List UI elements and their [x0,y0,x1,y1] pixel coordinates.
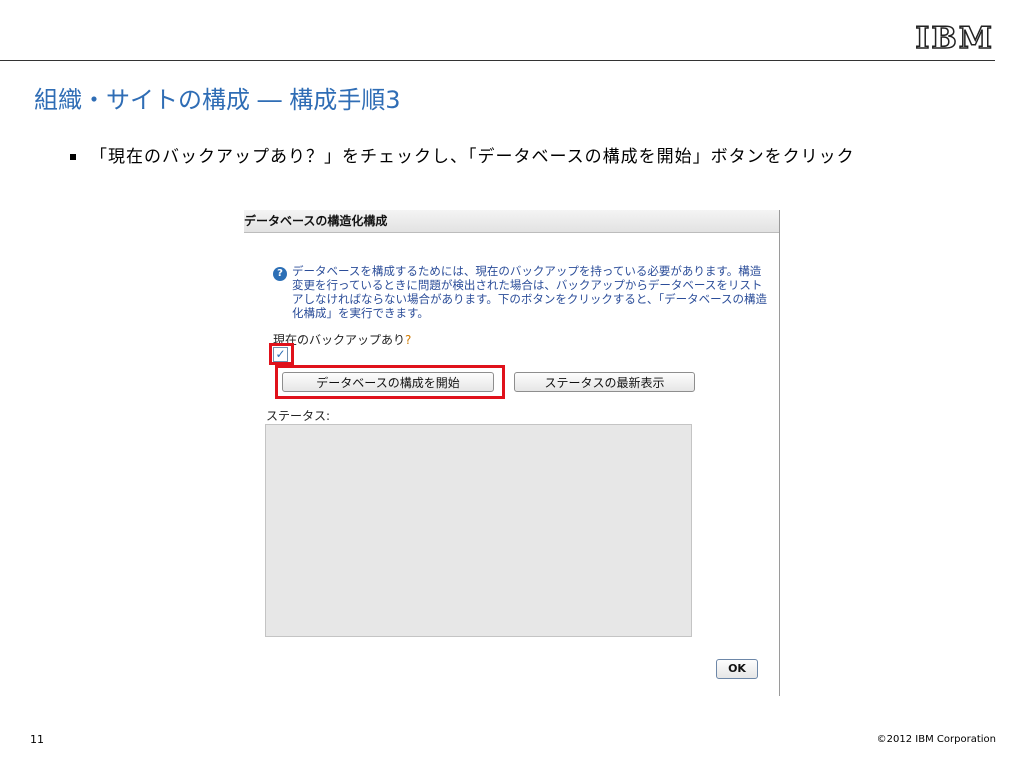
db-config-dialog: データベースの構造化構成 ? データベースを構成するためには、現在のバックアップ… [244,210,780,696]
instruction-bullet: 「現在のバックアップあり？」をチェックし、「データベースの構成を開始」ボタンをク… [70,142,855,167]
info-icon: ? [273,267,287,281]
instruction-text: 「現在のバックアップあり？」をチェックし、「データベースの構成を開始」ボタンをク… [90,147,855,167]
status-label: ステータス: [266,409,331,423]
dialog-title: データベースの構造化構成 [244,210,779,233]
start-button-highlight-frame [275,365,505,399]
backup-help-mark: ? [405,333,412,347]
page-number: 11 [30,733,44,746]
status-output[interactable] [265,424,692,637]
checkbox-highlight-frame [269,343,294,365]
bullet-square-icon [70,154,76,160]
copyright: ©2012 IBM Corporation [876,734,996,745]
ok-button[interactable]: OK [716,659,758,679]
slide-title: 組織・サイトの構成 ― 構成手順3 [34,86,401,114]
info-message: データベースを構成するためには、現在のバックアップを持っている必要があります。構… [292,264,768,320]
header-divider [0,60,995,61]
ibm-logo: IBM [915,21,994,56]
refresh-status-button[interactable]: ステータスの最新表示 [514,372,695,392]
